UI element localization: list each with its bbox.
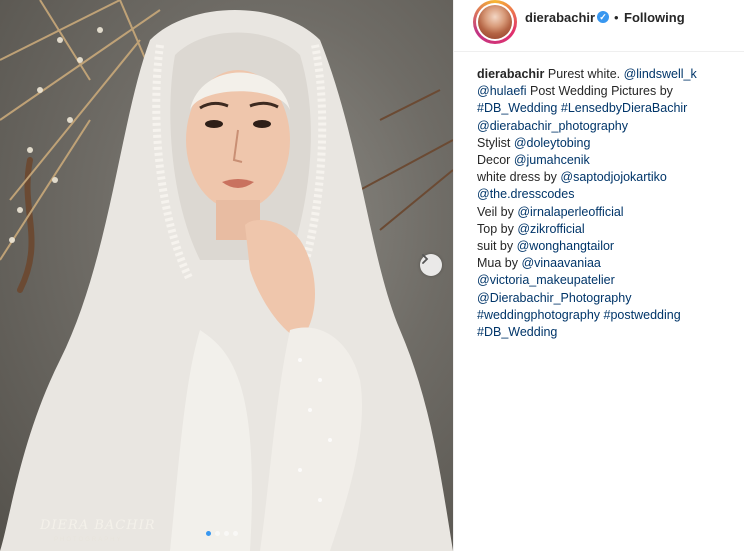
carousel-dot	[233, 531, 238, 536]
post-photo[interactable]: DIERA BACHIR PHOTOGRAPHY	[0, 0, 453, 551]
caption-text: Top by	[477, 221, 518, 236]
caption-line: Veil by @irnalaperleofficial	[477, 204, 737, 221]
post-header: dierabachir ✓ • Following	[454, 0, 744, 52]
caption-text: Post Wedding Pictures by	[526, 84, 673, 99]
mention-link[interactable]: @saptodjojokartiko	[560, 170, 667, 184]
mention-link[interactable]: @jumahcenik	[514, 153, 590, 167]
caption-text: white dress by	[477, 170, 561, 185]
hashtag-link[interactable]: #weddingphotography	[477, 308, 600, 322]
caption-line: @Dierabachir_Photography	[477, 290, 737, 307]
caption-line: suit by @wonghangtailor	[477, 238, 737, 255]
caption-line: #DB_Wedding	[477, 324, 737, 341]
caption-line: white dress by @saptodjojokartiko	[477, 169, 737, 186]
caption-line: #DB_Wedding #LensedbyDieraBachir	[477, 100, 737, 117]
username-link[interactable]: dierabachir	[525, 10, 595, 25]
caption-text: Purest white.	[544, 67, 624, 81]
mention-link[interactable]: @doleytobing	[514, 136, 591, 150]
carousel-indicator	[206, 531, 238, 536]
caption-line: Mua by @vinaavaniaa	[477, 255, 737, 272]
caption-line: #weddingphotography #postwedding	[477, 307, 737, 324]
hashtag-link[interactable]: #DB_Wedding	[477, 101, 557, 115]
mention-link[interactable]: @wonghangtailor	[517, 239, 614, 253]
avatar-border	[476, 3, 514, 41]
mention-link[interactable]: @Dierabachir_Photography	[477, 291, 631, 305]
bride-photo-illustration	[0, 0, 453, 551]
avatar[interactable]	[473, 0, 517, 44]
verified-badge-icon: ✓	[597, 11, 609, 23]
post-caption: dierabachir Purest white. @lindswell_k @h…	[477, 66, 737, 341]
caption-line: @victoria_makeupatelier	[477, 272, 737, 289]
photographer-watermark: DIERA BACHIR	[40, 518, 156, 533]
avatar-image	[478, 5, 512, 39]
hashtag-link[interactable]: #DB_Wedding	[477, 325, 557, 339]
caption-line: Decor @jumahcenik	[477, 152, 737, 169]
caption-text: suit by	[477, 239, 517, 254]
hashtag-link[interactable]: #LensedbyDieraBachir	[561, 101, 687, 115]
mention-link[interactable]: @victoria_makeupatelier	[477, 273, 615, 287]
caption-text: Mua by	[477, 256, 522, 271]
chevron-right-icon	[422, 254, 429, 264]
carousel-dot	[206, 531, 211, 536]
caption-line: Top by @zikrofficial	[477, 221, 737, 238]
caption-line: Stylist @doleytobing	[477, 135, 737, 152]
carousel-dot	[224, 531, 229, 536]
caption-text: Decor	[477, 153, 514, 168]
following-button[interactable]: Following	[624, 10, 685, 25]
caption-line: @dierabachir_photography	[477, 118, 737, 135]
photographer-watermark-subtitle: PHOTOGRAPHY	[54, 537, 123, 543]
caption-author-link[interactable]: dierabachir	[477, 67, 544, 81]
hashtag-link[interactable]: #postwedding	[604, 308, 681, 322]
panel-divider	[453, 0, 454, 551]
mention-link[interactable]: @lindswell_k	[624, 67, 697, 81]
caption-text: Veil by	[477, 204, 518, 219]
caption-text: Stylist	[477, 135, 514, 150]
mention-link[interactable]: @irnalaperleofficial	[517, 205, 623, 219]
carousel-next-button[interactable]	[420, 254, 442, 276]
caption-line: @hulaefi Post Wedding Pictures by	[477, 83, 737, 100]
carousel-dot	[215, 531, 220, 536]
mention-link[interactable]: @vinaavaniaa	[521, 256, 600, 270]
separator-dot: •	[614, 10, 619, 25]
mention-link[interactable]: @the.dresscodes	[477, 187, 574, 201]
mention-link[interactable]: @dierabachir_photography	[477, 119, 628, 133]
mention-link[interactable]: @zikrofficial	[517, 222, 584, 236]
mention-link[interactable]: @hulaefi	[477, 84, 527, 98]
caption-line: dierabachir Purest white. @lindswell_k	[477, 66, 737, 83]
caption-line: @the.dresscodes	[477, 186, 737, 203]
